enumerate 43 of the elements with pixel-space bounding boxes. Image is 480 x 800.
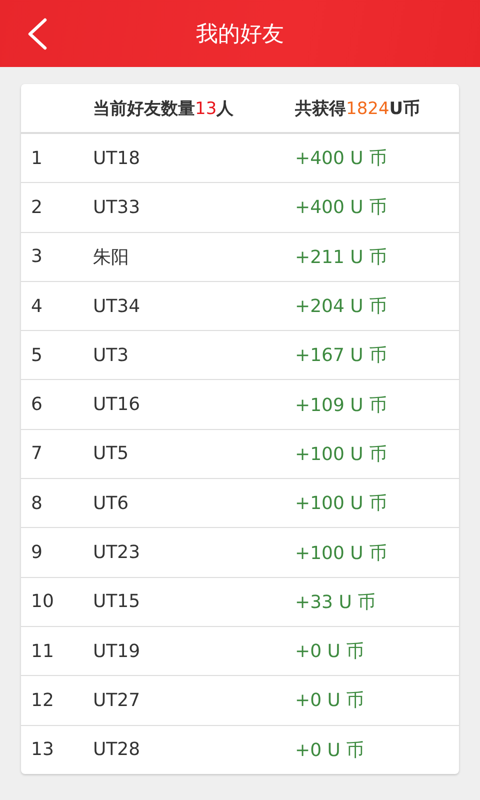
rank-number: 11 <box>31 640 55 662</box>
rank-number: 1 <box>31 148 44 169</box>
friend-name: UT6 <box>93 492 130 514</box>
rank-number: 8 <box>31 492 44 514</box>
friend-name: UT3 <box>93 344 130 366</box>
rank-number: 4 <box>31 296 44 317</box>
reward-amount: +0 U 币 <box>295 689 366 712</box>
rank-number: 2 <box>31 196 44 218</box>
total-earned-text: 共获得1824U币 <box>295 98 422 120</box>
friend-name: UT5 <box>93 443 130 464</box>
friend-name: UT16 <box>93 394 142 416</box>
reward-amount: +0 U 币 <box>295 640 366 664</box>
rank-number: 13 <box>31 739 55 760</box>
reward-amount: +100 U 币 <box>295 542 388 565</box>
friend-name: UT28 <box>93 739 142 760</box>
reward-amount: +204 U 币 <box>295 295 388 318</box>
friend-name: UT27 <box>93 690 142 711</box>
reward-amount: +211 U 币 <box>295 246 388 269</box>
page-title: 我的好友 <box>196 20 284 48</box>
friend-name: UT33 <box>93 196 142 218</box>
friend-name: UT34 <box>93 296 142 317</box>
reward-amount: +33 U 币 <box>295 590 377 614</box>
rank-number: 9 <box>31 542 44 564</box>
reward-amount: +100 U 币 <box>295 442 388 466</box>
friend-name: UT18 <box>93 148 142 169</box>
rank-number: 5 <box>31 344 44 366</box>
rank-number: 12 <box>31 690 55 711</box>
friend-name: UT19 <box>93 640 142 662</box>
reward-amount: +0 U 币 <box>295 738 366 762</box>
friend-name: UT23 <box>93 542 142 564</box>
reward-amount: +400 U 币 <box>295 196 388 220</box>
friend-count-text: 当前好友数量13人 <box>93 98 235 120</box>
reward-amount: +100 U 币 <box>295 492 388 516</box>
reward-amount: +109 U 币 <box>295 394 388 417</box>
rank-number: 3 <box>31 246 44 268</box>
friend-name: 朱阳 <box>93 246 130 269</box>
back-icon[interactable] <box>26 18 48 50</box>
rank-number: 6 <box>31 394 44 416</box>
reward-amount: +167 U 币 <box>295 344 388 368</box>
rank-number: 10 <box>31 591 55 612</box>
friend-name: UT15 <box>93 591 142 612</box>
rank-number: 7 <box>31 443 44 464</box>
reward-amount: +400 U 币 <box>295 147 388 170</box>
